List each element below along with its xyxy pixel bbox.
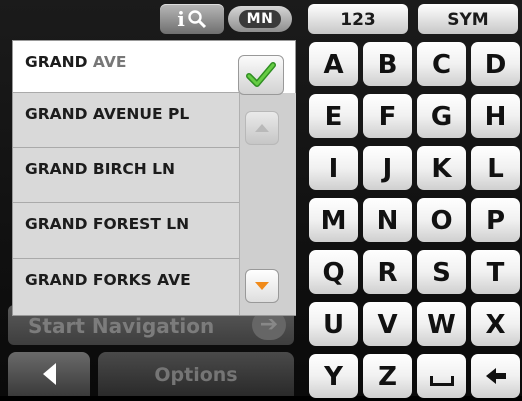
list-item[interactable]: GRAND FOREST LN [13, 203, 239, 259]
key-s[interactable]: S [417, 250, 466, 294]
space-key[interactable] [417, 354, 466, 398]
key-a[interactable]: A [309, 42, 358, 86]
key-h[interactable]: H [471, 94, 520, 138]
confirm-button[interactable] [238, 55, 284, 95]
key-k[interactable]: K [417, 146, 466, 190]
list-item[interactable]: GRAND AVENUE PL [13, 93, 239, 148]
chevron-down-icon [255, 282, 269, 290]
key-q[interactable]: Q [309, 250, 358, 294]
scroll-up-button[interactable] [245, 111, 279, 145]
state-selector-button[interactable]: MN [228, 6, 292, 32]
key-y[interactable]: Y [309, 354, 358, 398]
key-j[interactable]: J [363, 146, 412, 190]
info-label: i [177, 7, 185, 31]
key-d[interactable]: D [471, 42, 520, 86]
key-z[interactable]: Z [363, 354, 412, 398]
numbers-mode-button[interactable]: 123 [308, 4, 408, 34]
key-g[interactable]: G [417, 94, 466, 138]
key-x[interactable]: X [471, 302, 520, 346]
results-list: GRAND AVE GRAND AVENUE PL GRAND BIRCH LN… [12, 40, 296, 316]
symbols-mode-button[interactable]: SYM [418, 4, 518, 34]
key-w[interactable]: W [417, 302, 466, 346]
back-button[interactable] [8, 352, 90, 396]
key-v[interactable]: V [363, 302, 412, 346]
screen: i MN Start Navigation ➔ Options GRAND AV… [0, 0, 522, 398]
key-e[interactable]: E [309, 94, 358, 138]
key-p[interactable]: P [471, 198, 520, 242]
key-o[interactable]: O [417, 198, 466, 242]
key-f[interactable]: F [363, 94, 412, 138]
key-r[interactable]: R [363, 250, 412, 294]
key-l[interactable]: L [471, 146, 520, 190]
space-icon [429, 376, 454, 386]
list-item[interactable]: GRAND FORKS AVE [13, 259, 239, 315]
backspace-arrow-icon [485, 368, 506, 384]
key-m[interactable]: M [309, 198, 358, 242]
magnifier-icon [188, 10, 206, 29]
chevron-up-icon [255, 124, 269, 132]
key-c[interactable]: C [417, 42, 466, 86]
start-navigation-label: Start Navigation [28, 314, 215, 338]
key-t[interactable]: T [471, 250, 520, 294]
list-item[interactable]: GRAND BIRCH LN [13, 148, 239, 203]
key-n[interactable]: N [363, 198, 412, 242]
key-u[interactable]: U [309, 302, 358, 346]
back-arrow-icon [42, 363, 56, 385]
list-item[interactable]: GRAND AVE [13, 41, 239, 93]
options-button[interactable]: Options [98, 352, 294, 396]
scroll-down-button[interactable] [245, 269, 279, 303]
backspace-key[interactable] [471, 354, 520, 398]
key-i[interactable]: I [309, 146, 358, 190]
search-info-button[interactable]: i [160, 4, 224, 34]
checkmark-icon [246, 62, 276, 87]
state-badge-label: MN [238, 10, 282, 28]
key-b[interactable]: B [363, 42, 412, 86]
